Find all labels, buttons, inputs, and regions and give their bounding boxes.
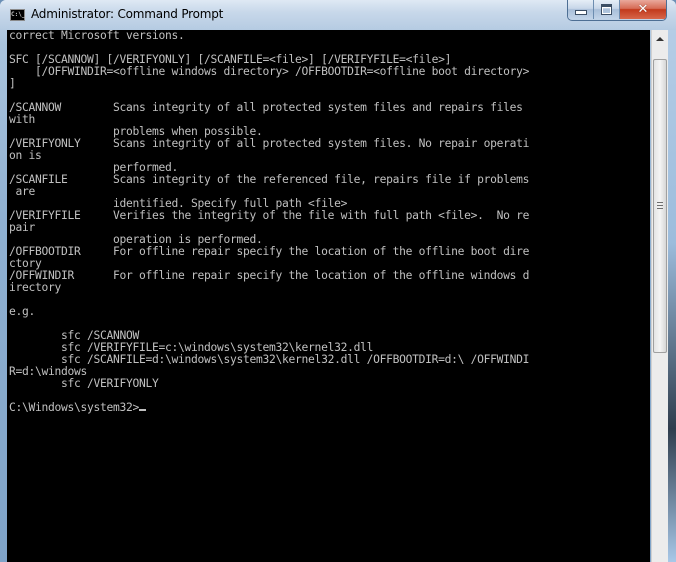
console-line: sfc /VERIFYONLY [61, 377, 159, 390]
console-line: ] [9, 77, 16, 90]
maximize-button[interactable] [594, 0, 620, 19]
console-line: e.g. [9, 305, 36, 318]
arrow-up-icon [656, 36, 664, 41]
console-line: /OFFWINDIR For offline repair specify th… [9, 269, 530, 282]
console-line: correct Microsoft versions. [9, 30, 185, 42]
window-title: Administrator: Command Prompt [31, 7, 224, 21]
close-icon: ✕ [637, 2, 649, 17]
scroll-thumb[interactable] [653, 59, 667, 353]
caption-buttons: ✕ [567, 0, 667, 21]
console-line: /OFFBOOTDIR For offline repair specify t… [9, 245, 530, 258]
minimize-button[interactable] [568, 0, 594, 19]
grip-icon [657, 202, 663, 209]
minimize-icon [574, 10, 587, 15]
console-line: /SCANFILE Scans integrity of the referen… [9, 173, 530, 186]
vertical-scrollbar[interactable] [651, 30, 668, 562]
console-line: /SCANNOW Scans integrity of all protecte… [9, 101, 523, 114]
prompt: C:\Windows\system32> [9, 401, 140, 414]
console-line: /VERIFYFILE Verifies the integrity of th… [9, 209, 530, 222]
maximize-icon [601, 4, 612, 15]
prompt-line[interactable]: C:\Windows\system32> [7, 402, 650, 414]
console-output[interactable]: correct Microsoft versions. SFC [/SCANNO… [7, 30, 650, 562]
cmd-icon[interactable]: C:\_ [10, 9, 25, 21]
console-line: /VERIFYONLY Scans integrity of all prote… [9, 137, 530, 150]
command-prompt-window: C:\_ Administrator: Command Prompt ✕ cor… [0, 0, 676, 562]
scroll-up-button[interactable] [652, 30, 668, 47]
window-frame-right [668, 30, 676, 562]
console-text: correct Microsoft versions. SFC [/SCANNO… [7, 30, 650, 402]
title-bar[interactable]: C:\_ Administrator: Command Prompt ✕ [0, 0, 676, 30]
close-button[interactable]: ✕ [620, 0, 666, 19]
console-line: [/OFFWINDIR=<offline windows directory> … [35, 65, 530, 78]
text-cursor [139, 409, 147, 411]
console-line: irectory [9, 281, 62, 294]
